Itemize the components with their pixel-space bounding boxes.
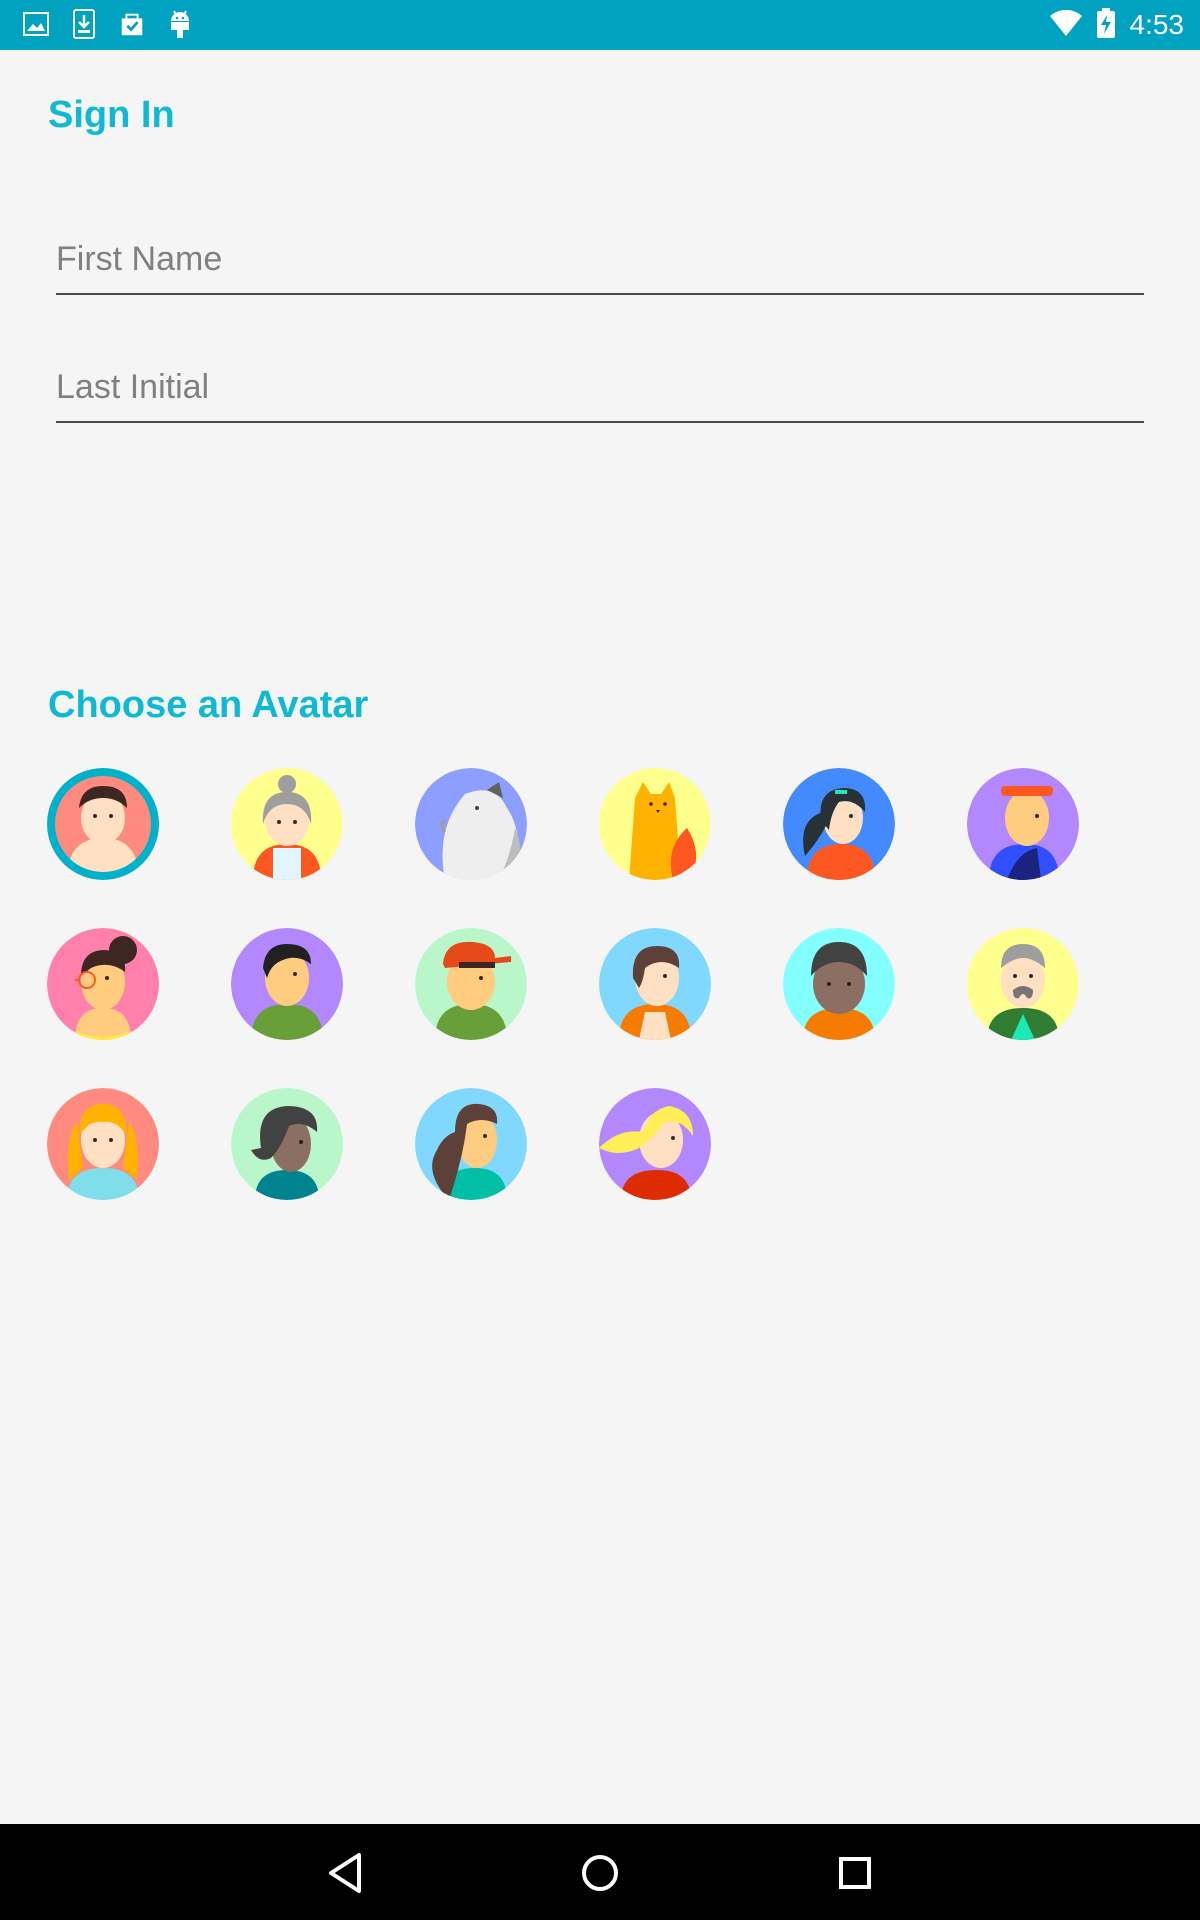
avatar-12[interactable]: [967, 928, 1079, 1040]
avatar-13[interactable]: [47, 1088, 159, 1200]
last-initial-field[interactable]: [56, 343, 1144, 423]
clipboard-check-icon: [118, 8, 146, 40]
status-time: 4:53: [1129, 9, 1185, 40]
status-bar: 4:53: [0, 0, 1200, 50]
back-icon[interactable]: [320, 1848, 370, 1898]
navigation-bar: [0, 1824, 1200, 1920]
avatar-5[interactable]: [783, 768, 895, 880]
android-icon: [166, 8, 194, 40]
avatar-8[interactable]: [231, 928, 343, 1040]
avatar-16[interactable]: [599, 1088, 711, 1200]
avatar-2[interactable]: [231, 768, 343, 880]
choose-avatar-title: Choose an Avatar: [48, 684, 369, 726]
first-name-input[interactable]: [56, 215, 1144, 293]
image-icon: [22, 8, 50, 40]
battery-charging-icon: [1096, 7, 1116, 43]
home-icon[interactable]: [575, 1848, 625, 1898]
avatar-6[interactable]: [967, 768, 1079, 880]
avatar-3[interactable]: [415, 768, 527, 880]
recents-icon[interactable]: [830, 1848, 880, 1898]
avatar-1[interactable]: [47, 768, 159, 880]
avatar-10[interactable]: [599, 928, 711, 1040]
avatar-9[interactable]: [415, 928, 527, 1040]
avatar-11[interactable]: [783, 928, 895, 1040]
avatar-15[interactable]: [415, 1088, 527, 1200]
avatar-4[interactable]: [599, 768, 711, 880]
last-initial-input[interactable]: [56, 343, 1144, 421]
avatar-14[interactable]: [231, 1088, 343, 1200]
avatar-7[interactable]: [47, 928, 159, 1040]
wifi-icon: [1049, 9, 1082, 41]
first-name-field[interactable]: [56, 215, 1144, 295]
sign-in-title: Sign In: [48, 94, 175, 136]
download-icon: [70, 8, 98, 40]
